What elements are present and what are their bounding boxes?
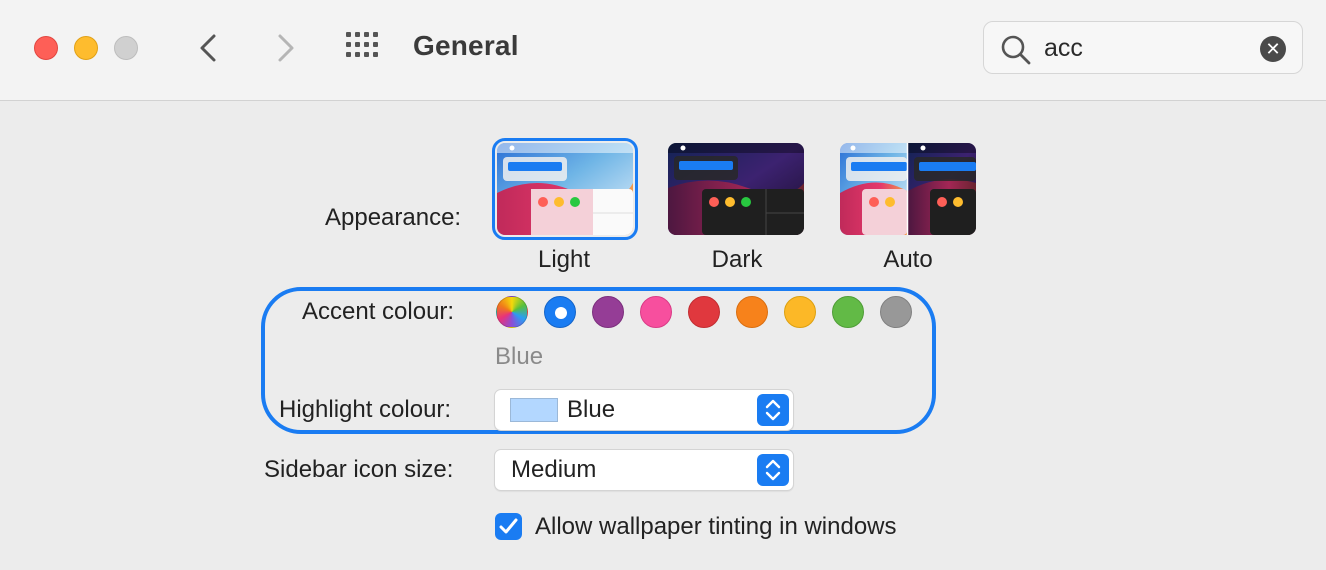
forward-button[interactable] [264,28,304,68]
appearance-dark-label: Dark [711,246,763,273]
highlight-colour-swatch [510,398,558,422]
popup-stepper-icon [757,454,789,486]
accent-purple-swatch[interactable] [592,296,624,328]
accent-red-swatch[interactable] [688,296,720,328]
grid-icon [346,32,378,57]
accent-yellow-swatch[interactable] [784,296,816,328]
search-field[interactable]: ✕ [983,21,1303,74]
appearance-auto-option[interactable] [840,143,976,235]
highlight-colour-value: Blue [567,396,616,423]
search-icon [1001,35,1031,65]
appearance-label: Appearance: [325,204,462,231]
appearance-auto-label: Auto [883,246,933,273]
accent-colour-name: Blue [495,343,544,370]
accent-orange-swatch[interactable] [736,296,768,328]
light-appearance-thumbnail [497,143,633,235]
chevron-right-icon [278,34,294,62]
sidebar-icon-size-value: Medium [511,456,597,483]
appearance-dark-option[interactable] [668,143,804,235]
minimize-window-button[interactable] [74,36,98,60]
highlight-colour-popup[interactable]: Blue [494,389,794,431]
accent-blue-swatch[interactable] [544,296,576,328]
accent-pink-swatch[interactable] [640,296,672,328]
wallpaper-tinting-checkbox[interactable] [495,513,522,540]
checkmark-icon [499,518,518,534]
chevron-left-icon [200,34,216,62]
title-bar: General ✕ [0,0,1326,101]
accent-multicolour-swatch[interactable] [496,296,528,328]
accent-green-swatch[interactable] [832,296,864,328]
show-all-button[interactable] [344,30,384,66]
window-title: General [413,30,519,61]
close-window-button[interactable] [34,36,58,60]
wallpaper-tinting-label: Allow wallpaper tinting in windows [535,513,897,540]
highlight-colour-label: Highlight colour: [279,396,452,423]
appearance-light-label: Light [537,246,591,273]
dark-appearance-thumbnail [668,143,804,235]
clear-search-icon[interactable]: ✕ [1260,36,1286,62]
appearance-light-option[interactable] [492,138,638,240]
search-input[interactable] [1044,34,1244,62]
accent-colour-label: Accent colour: [302,298,455,325]
popup-stepper-icon [757,394,789,426]
back-button[interactable] [190,28,230,68]
accent-graphite-swatch[interactable] [880,296,912,328]
zoom-window-button[interactable] [114,36,138,60]
auto-appearance-thumbnail [840,143,976,235]
sidebar-icon-size-label: Sidebar icon size: [264,456,454,483]
sidebar-icon-size-popup[interactable]: Medium [494,449,794,491]
